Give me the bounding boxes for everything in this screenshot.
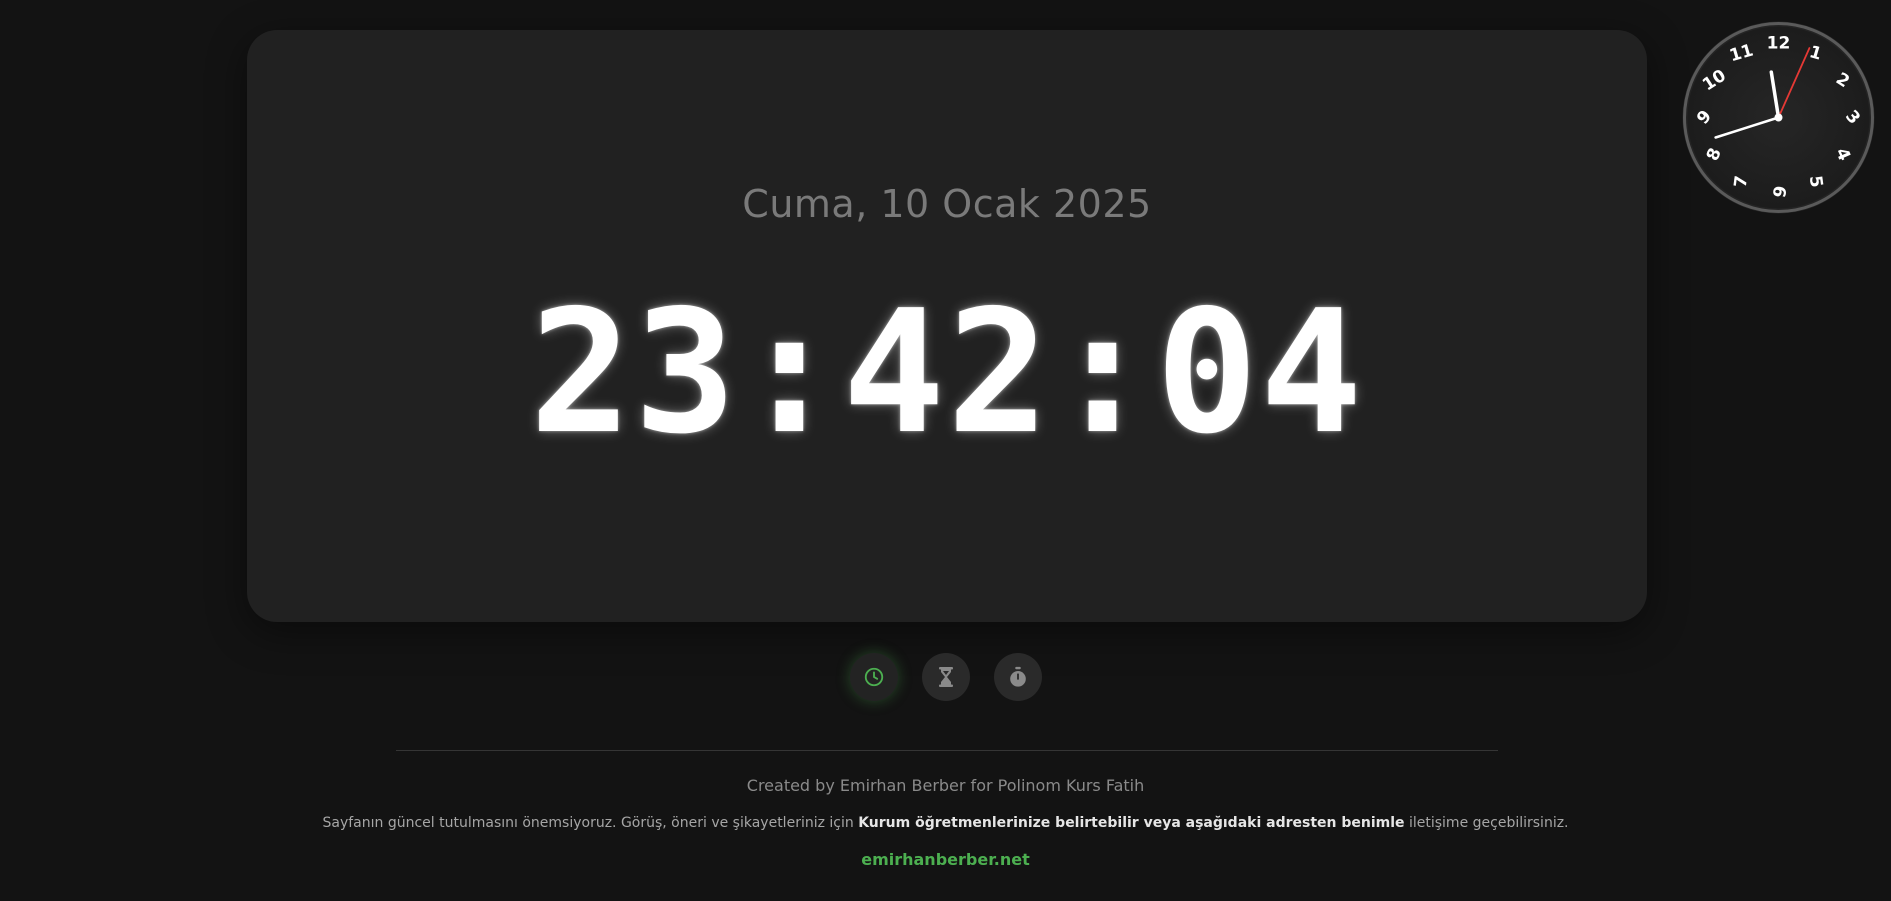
mode-switcher bbox=[0, 653, 1891, 701]
notice-text-start: Sayfanın güncel tutulmasını önemsiyoruz.… bbox=[322, 815, 859, 831]
time-display: 23:42:04 bbox=[529, 274, 1365, 472]
timer-mode-button[interactable] bbox=[921, 653, 970, 701]
clock-number-12: 12 bbox=[1767, 34, 1791, 54]
clock-icon bbox=[864, 667, 883, 687]
analog-clock: 12 1234567891011 bbox=[1682, 21, 1875, 214]
stopwatch-mode-button[interactable] bbox=[993, 653, 1042, 701]
footer-divider bbox=[396, 750, 1498, 751]
clock-center-pin bbox=[1774, 113, 1783, 122]
clock-mode-button[interactable] bbox=[849, 653, 898, 701]
notice-text-end: iletişime geçebilirsiniz. bbox=[1404, 815, 1569, 831]
date-display: Cuma, 10 Ocak 2025 bbox=[742, 182, 1152, 226]
stopwatch-icon bbox=[1009, 666, 1026, 687]
website-link-row: emirhanberber.net bbox=[0, 850, 1891, 869]
website-link[interactable]: emirhanberber.net bbox=[861, 850, 1030, 869]
digital-clock-card: Cuma, 10 Ocak 2025 23:42:04 bbox=[247, 30, 1647, 622]
notice-text-bold: Kurum öğretmenlerinize belirtebilir veya… bbox=[858, 815, 1405, 831]
credit-text: Created by Emirhan Berber for Polinom Ku… bbox=[746, 776, 1145, 795]
hourglass-icon bbox=[938, 667, 953, 687]
feedback-notice: Sayfanın güncel tutulmasını önemsiyoruz.… bbox=[0, 815, 1891, 831]
page: Cuma, 10 Ocak 2025 23:42:04 Created by E… bbox=[0, 0, 1891, 901]
